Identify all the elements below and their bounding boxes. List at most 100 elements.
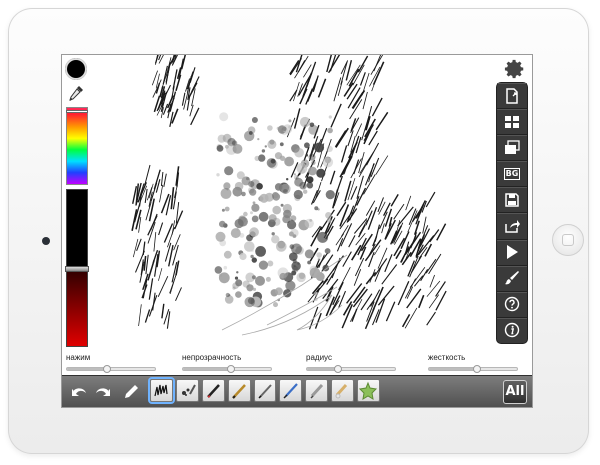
- save-icon: [505, 193, 519, 207]
- drawing-canvas[interactable]: [92, 55, 492, 350]
- share-icon: [505, 220, 520, 233]
- redo-icon[interactable]: [94, 384, 112, 400]
- spray-dot: [239, 252, 247, 261]
- spray-dot: [247, 297, 255, 305]
- hatch-stroke: [148, 278, 154, 300]
- hatch-stroke: [401, 314, 411, 328]
- brush-preset[interactable]: [201, 379, 225, 402]
- hue-slider[interactable]: [66, 107, 88, 185]
- spray-dot: [223, 250, 232, 259]
- spray-dot: [216, 145, 224, 152]
- layers-button[interactable]: [497, 109, 527, 136]
- gallery-button[interactable]: [497, 135, 527, 162]
- brush-preset[interactable]: [357, 379, 381, 402]
- hatch-stroke: [397, 280, 410, 306]
- brush-settings-button[interactable]: [497, 266, 527, 292]
- hatch-stroke: [425, 191, 436, 208]
- brush-preset[interactable]: [227, 379, 251, 402]
- spray-dot: [283, 189, 288, 194]
- spray-dot: [267, 260, 274, 267]
- hue-marker[interactable]: [66, 109, 88, 113]
- shade-picker[interactable]: [65, 189, 89, 347]
- play-button[interactable]: [497, 240, 527, 266]
- spray-dots: [214, 112, 335, 308]
- spray-dot: [286, 178, 289, 181]
- spray-dot: [272, 205, 281, 215]
- new-page-icon: [506, 87, 518, 104]
- hatch-stroke: [426, 311, 436, 326]
- opacity-thumb[interactable]: [227, 365, 236, 373]
- brush-preset[interactable]: [331, 379, 355, 402]
- hatch-stroke: [174, 210, 184, 230]
- hardness-slider[interactable]: жесткость: [428, 353, 518, 373]
- spray-dot: [250, 179, 260, 189]
- radius-label: радиус: [306, 353, 332, 362]
- brush-preset[interactable]: [175, 379, 199, 402]
- pressure-slider[interactable]: нажим: [66, 353, 156, 373]
- help-button[interactable]: [497, 292, 527, 318]
- spray-dot: [299, 181, 307, 190]
- layers-icon: [505, 115, 519, 128]
- hardness-thumb[interactable]: [473, 365, 482, 373]
- hatch-stroke: [348, 235, 356, 248]
- share-button[interactable]: [497, 213, 527, 240]
- spray-dot: [234, 218, 244, 229]
- eyedropper-icon[interactable]: [68, 85, 84, 103]
- hatch-stroke: [181, 92, 186, 106]
- hatch-stroke: [317, 78, 327, 98]
- hatch-stroke: [161, 303, 165, 319]
- brush-preset[interactable]: [279, 379, 303, 402]
- spray-dot: [258, 260, 268, 270]
- opacity-slider[interactable]: непрозрачность: [182, 353, 272, 373]
- spray-dot: [282, 203, 292, 214]
- new-page-button[interactable]: [497, 83, 527, 110]
- hatch-stroke: [390, 194, 399, 207]
- settings-gear-icon[interactable]: [504, 58, 526, 80]
- spray-dot: [297, 262, 300, 265]
- background-button[interactable]: BG: [497, 161, 527, 188]
- spray-dot: [326, 218, 332, 223]
- hatch-stroke: [160, 171, 164, 187]
- gallery-icon: [505, 140, 520, 154]
- info-button[interactable]: [497, 318, 527, 343]
- spray-dot: [316, 168, 326, 178]
- hatch-stroke: [144, 164, 151, 186]
- all-brushes-button[interactable]: All: [503, 380, 527, 404]
- hatch-stroke: [357, 55, 369, 73]
- spray-dot: [255, 246, 266, 257]
- brush-preset[interactable]: [253, 379, 277, 402]
- spray-dot: [218, 273, 223, 277]
- hardness-label: жесткость: [428, 353, 466, 362]
- current-color-swatch[interactable]: [65, 58, 87, 80]
- spray-dot: [316, 252, 322, 258]
- spray-dot: [304, 249, 314, 259]
- hatch-stroke: [157, 276, 169, 297]
- hatch-stroke: [148, 295, 158, 317]
- spray-dot: [214, 266, 223, 274]
- save-button[interactable]: [497, 187, 527, 214]
- spray-dot: [223, 265, 228, 270]
- front-camera: [42, 237, 50, 245]
- pen-tool-icon[interactable]: [122, 384, 140, 400]
- spray-dot: [215, 231, 226, 242]
- hatch-stroke: [335, 127, 349, 148]
- hatch-stroke: [436, 223, 447, 241]
- radius-thumb[interactable]: [333, 365, 342, 373]
- spray-dot: [314, 142, 325, 153]
- home-button[interactable]: [552, 224, 584, 256]
- spray-dot: [290, 215, 297, 222]
- spray-dot: [293, 189, 303, 200]
- radius-slider[interactable]: радиус: [306, 353, 396, 373]
- hatch-stroke: [360, 233, 373, 252]
- undo-icon[interactable]: [70, 384, 88, 400]
- pressure-thumb[interactable]: [102, 365, 111, 373]
- hatch-stroke: [342, 251, 352, 267]
- hatch-stroke: [361, 72, 370, 96]
- brush-preset[interactable]: [305, 379, 329, 402]
- hatch-stroke: [289, 58, 302, 76]
- spray-dot: [322, 157, 334, 168]
- spray-dot: [291, 270, 297, 276]
- brush-preset[interactable]: [150, 379, 173, 402]
- help-icon: [504, 297, 520, 312]
- shade-handle[interactable]: [65, 266, 89, 272]
